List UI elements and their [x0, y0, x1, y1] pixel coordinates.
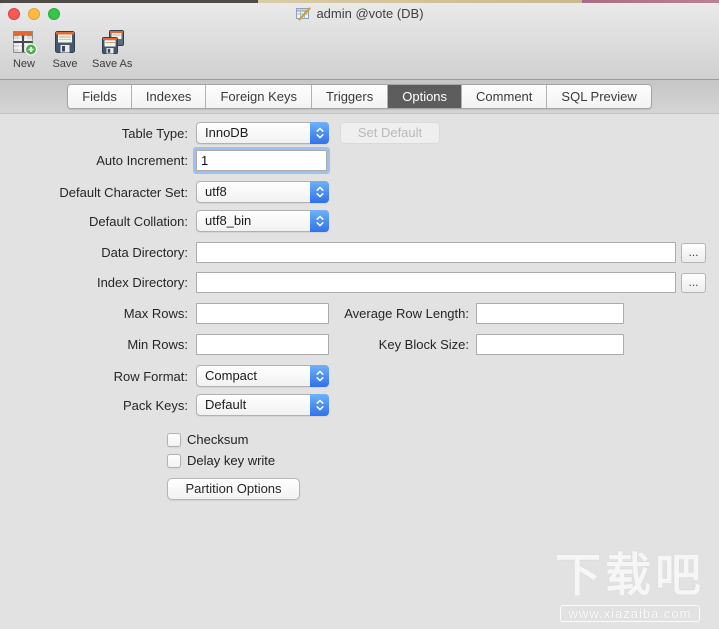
pack-keys-label: Pack Keys: [122, 397, 188, 413]
window-header: admin @vote (DB) New Save Save As [0, 3, 719, 80]
key-block-size-label: Key Block Size: [378, 337, 469, 352]
zoom-button[interactable] [48, 8, 60, 20]
delay-key-write-row: Delay key write [167, 453, 719, 468]
close-button[interactable] [8, 8, 20, 20]
options-form: Table Type: InnoDB Set Default Auto Incr… [0, 114, 719, 500]
popup-arrows-icon [310, 394, 329, 416]
data-directory-label: Data Directory: [101, 245, 188, 260]
save-icon [51, 29, 79, 57]
popup-arrows-icon [310, 122, 329, 144]
avg-row-length-input[interactable] [476, 303, 624, 324]
avg-row-length-label: Average Row Length: [344, 306, 469, 321]
title-bar: admin @vote (DB) [0, 3, 719, 24]
index-directory-input[interactable] [196, 272, 676, 293]
pack-keys-select[interactable]: Default [196, 394, 329, 416]
tab-sql-preview[interactable]: SQL Preview [546, 85, 651, 108]
watermark-url: www.xiazaiba.com [559, 605, 701, 622]
default-collation-select[interactable]: utf8_bin [196, 210, 329, 232]
index-directory-browse-button[interactable]: ... [681, 272, 706, 293]
watermark-title: 下载吧 [555, 549, 705, 601]
tab-indexes[interactable]: Indexes [130, 85, 206, 108]
default-collation-label: Default Collation: [89, 213, 188, 229]
data-directory-input[interactable] [196, 242, 676, 263]
tab-comment[interactable]: Comment [461, 85, 547, 108]
table-edit-icon [295, 6, 312, 21]
min-rows-label: Min Rows: [127, 337, 188, 352]
checksum-label: Checksum [187, 432, 249, 447]
traffic-lights [8, 8, 60, 20]
structure-tabs: Fields Indexes Foreign Keys Triggers Opt… [67, 84, 652, 109]
default-charset-select[interactable]: utf8 [196, 181, 329, 203]
auto-increment-input[interactable] [196, 150, 327, 171]
popup-arrows-icon [310, 365, 329, 387]
watermark: 下载吧 www.xiazaiba.com [555, 539, 705, 623]
checksum-row: Checksum [167, 432, 719, 447]
row-format-select[interactable]: Compact [196, 365, 329, 387]
table-type-select[interactable]: InnoDB [196, 122, 329, 144]
tab-foreign-keys[interactable]: Foreign Keys [205, 85, 312, 108]
auto-increment-label: Auto Increment: [96, 153, 188, 168]
default-charset-label: Default Character Set: [59, 184, 188, 200]
toolbar-item-label: New [12, 58, 35, 70]
tab-fields[interactable]: Fields [68, 85, 131, 108]
new-table-icon [10, 29, 38, 57]
tab-options[interactable]: Options [387, 85, 462, 108]
toolbar-item-label: Save [52, 58, 78, 70]
save-button[interactable]: Save [51, 29, 79, 70]
toolbar-item-label: Save As [92, 58, 133, 70]
tab-triggers[interactable]: Triggers [311, 85, 388, 108]
row-format-label: Row Format: [113, 368, 188, 384]
table-type-label: Table Type: [121, 125, 188, 141]
data-directory-browse-button[interactable]: ... [681, 242, 706, 263]
window-title: admin @vote (DB) [316, 6, 424, 21]
delay-key-write-checkbox[interactable] [167, 453, 181, 468]
delay-key-write-label: Delay key write [187, 453, 276, 468]
app-window: { "window": { "title": "admin @vote (DB)… [0, 0, 719, 629]
index-directory-label: Index Directory: [96, 275, 188, 290]
max-rows-input[interactable] [196, 303, 329, 324]
tab-bar: Fields Indexes Foreign Keys Triggers Opt… [0, 80, 719, 114]
set-default-button: Set Default [340, 122, 440, 144]
checksum-checkbox[interactable] [167, 432, 181, 447]
popup-arrows-icon [310, 210, 329, 232]
partition-options-button[interactable]: Partition Options [167, 478, 300, 500]
toolbar: New Save Save As [0, 24, 719, 70]
min-rows-input[interactable] [196, 334, 329, 355]
save-as-button[interactable]: Save As [92, 29, 132, 70]
popup-arrows-icon [310, 181, 329, 203]
key-block-size-input[interactable] [476, 334, 624, 355]
save-as-icon [98, 29, 126, 57]
minimize-button[interactable] [28, 8, 40, 20]
max-rows-label: Max Rows: [123, 306, 188, 321]
new-button[interactable]: New [10, 29, 38, 70]
